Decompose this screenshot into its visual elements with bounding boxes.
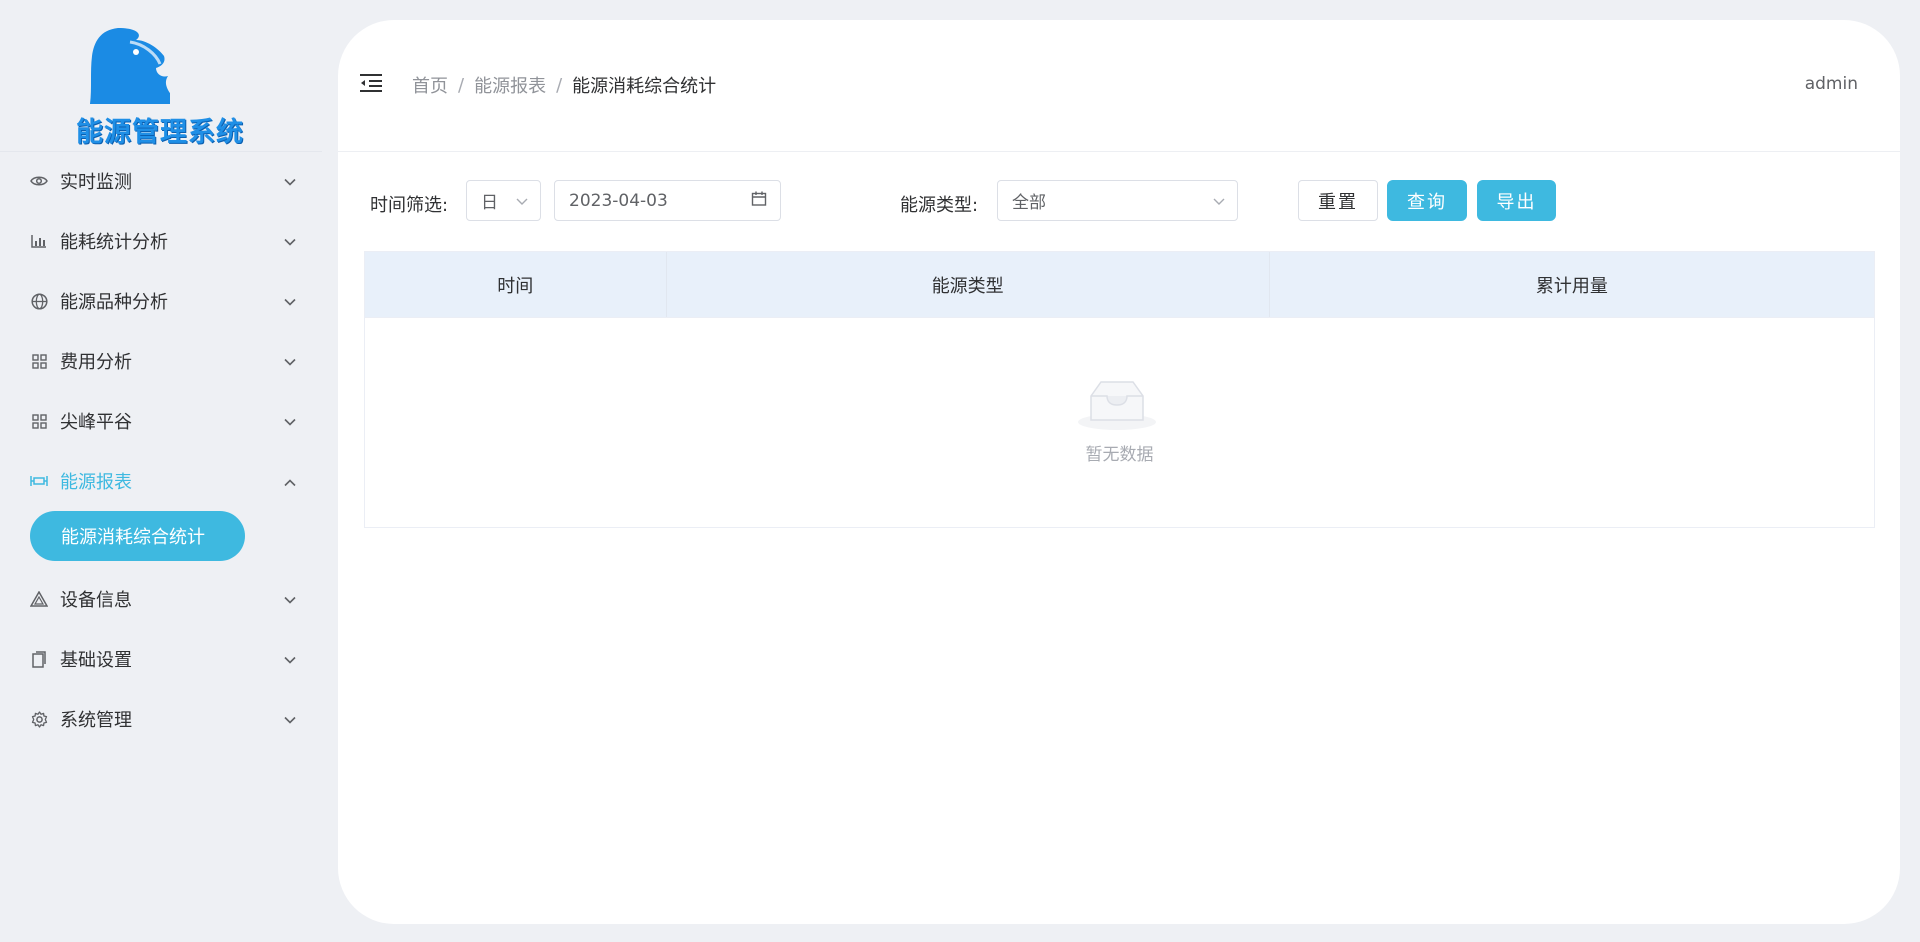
statistics-table: 时间 能源类型 累计用量 暂无数据 (364, 251, 1875, 528)
chevron-down-icon (284, 411, 296, 432)
sidebar-item-label: 能源品种分析 (60, 292, 168, 313)
energy-type-label: 能源类型: (900, 195, 979, 216)
chevron-down-icon (516, 191, 528, 211)
chevron-down-icon (284, 231, 296, 252)
user-menu[interactable]: admin (1805, 74, 1858, 94)
sidebar-item-label: 设备信息 (60, 590, 132, 611)
sidebar-item-energy-variety-analysis[interactable]: 能源品种分析 (0, 271, 322, 331)
sidebar-item-label: 实时监测 (60, 172, 132, 193)
breadcrumb-current: 能源消耗综合统计 (572, 76, 717, 97)
column-header-energy-type: 能源类型 (667, 252, 1270, 317)
time-filter-label: 时间筛选: (370, 195, 449, 216)
triangle-icon (30, 590, 48, 608)
filter-bar: 时间筛选: 日 2023-04-03 能源类型: 全部 重置 查询 导出 (338, 180, 1900, 224)
empty-box-icon (1077, 378, 1157, 436)
date-picker-value: 2023-04-03 (569, 190, 668, 211)
column-header-time: 时间 (365, 252, 667, 317)
breadcrumb: 首页 / 能源报表 / 能源消耗综合统计 (412, 72, 716, 98)
export-button[interactable]: 导出 (1477, 180, 1556, 221)
sidebar-item-system-management[interactable]: 系统管理 (0, 689, 322, 749)
logo-text: 能源管理系统 (76, 117, 244, 148)
table-empty-state: 暂无数据 (365, 318, 1874, 527)
grid-icon (30, 352, 48, 370)
eye-icon (30, 172, 48, 190)
reset-button[interactable]: 重置 (1298, 180, 1378, 221)
document-icon (30, 650, 48, 668)
breadcrumb-separator: / (556, 74, 563, 96)
sidebar-item-label: 尖峰平谷 (60, 412, 132, 433)
menu-collapse-icon[interactable] (358, 72, 384, 98)
sidebar-item-label: 基础设置 (60, 650, 132, 671)
sidebar-item-energy-reports[interactable]: 能源报表 (0, 451, 322, 511)
column-header-cumulative-usage: 累计用量 (1535, 275, 1608, 297)
chevron-down-icon (1213, 191, 1225, 211)
empty-text: 暂无数据 (1085, 445, 1154, 465)
breadcrumb-separator: / (458, 74, 465, 96)
main-panel: 首页 / 能源报表 / 能源消耗综合统计 admin 时间筛选: 日 2023-… (338, 20, 1900, 924)
sidebar-item-label: 费用分析 (60, 352, 132, 373)
bar-chart-icon (30, 232, 48, 250)
sidebar-item-label: 能源报表 (60, 472, 132, 493)
header: 首页 / 能源报表 / 能源消耗综合统计 admin (338, 20, 1900, 152)
energy-type-select-value: 全部 (1012, 193, 1046, 213)
energy-type-select[interactable]: 全部 (997, 180, 1238, 221)
gear-icon (30, 710, 48, 728)
sidebar-item-device-info[interactable]: 设备信息 (0, 569, 322, 629)
globe-icon (30, 292, 48, 310)
sidebar: 能源管理系统 实时监测 能耗统计分析 能源品种分析 费用分析 尖峰平谷 能源报表… (0, 0, 322, 942)
breadcrumb-home[interactable]: 首页 (412, 72, 448, 98)
chevron-down-icon (284, 351, 296, 372)
sidebar-item-cost-analysis[interactable]: 费用分析 (0, 331, 322, 391)
chevron-down-icon (284, 709, 296, 730)
query-button[interactable]: 查询 (1387, 180, 1467, 221)
sidebar-menu: 实时监测 能耗统计分析 能源品种分析 费用分析 尖峰平谷 能源报表 能源消耗综合… (0, 151, 322, 749)
chevron-down-icon (284, 589, 296, 610)
breadcrumb-energy-reports[interactable]: 能源报表 (474, 72, 546, 98)
sidebar-item-realtime-monitoring[interactable]: 实时监测 (0, 151, 322, 211)
logo: 能源管理系统 (70, 26, 260, 148)
calendar-icon (751, 190, 767, 211)
table-header: 时间 能源类型 累计用量 (365, 252, 1874, 318)
chevron-down-icon (284, 291, 296, 312)
sidebar-item-label: 能耗统计分析 (60, 232, 168, 253)
period-select-value: 日 (481, 193, 498, 213)
chevron-down-icon (284, 171, 296, 192)
sidebar-item-consumption-analysis[interactable]: 能耗统计分析 (0, 211, 322, 271)
report-icon (30, 472, 48, 490)
chevron-up-icon (284, 471, 296, 492)
sidebar-item-label: 系统管理 (60, 710, 132, 731)
grid-icon (30, 412, 48, 430)
sidebar-subitem-energy-consumption-statistics[interactable]: 能源消耗综合统计 (30, 511, 245, 561)
sidebar-item-peak-valley[interactable]: 尖峰平谷 (0, 391, 322, 451)
date-picker[interactable]: 2023-04-03 (554, 180, 781, 221)
logo-mark-icon (90, 28, 170, 104)
chevron-down-icon (284, 649, 296, 670)
period-select[interactable]: 日 (466, 180, 541, 221)
sidebar-item-basic-settings[interactable]: 基础设置 (0, 629, 322, 689)
